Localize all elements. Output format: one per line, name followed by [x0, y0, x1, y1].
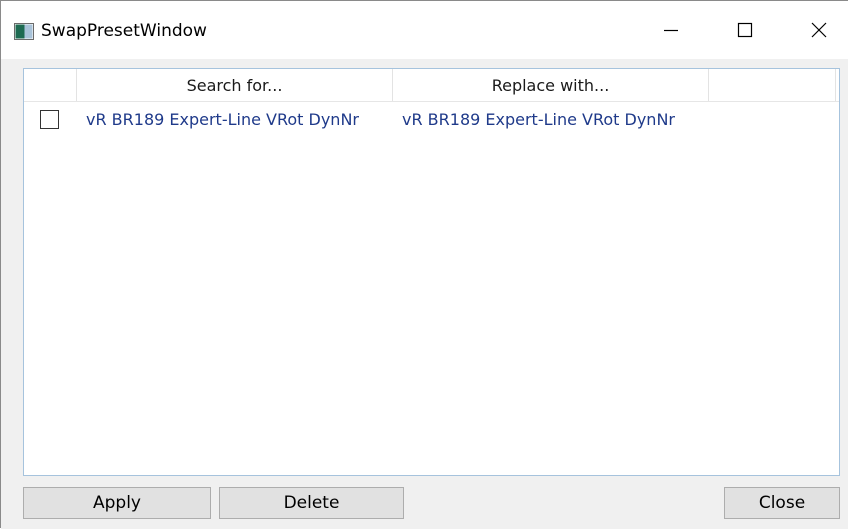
- window-title: SwapPresetWindow: [41, 21, 207, 41]
- close-window-button[interactable]: [790, 1, 848, 59]
- replace-with-cell[interactable]: vR BR189 Expert-Line VRot DynNr: [402, 109, 675, 131]
- apply-button[interactable]: Apply: [23, 487, 211, 519]
- title-bar[interactable]: SwapPresetWindow: [1, 1, 848, 59]
- app-icon: [14, 23, 34, 40]
- row-checkbox[interactable]: [40, 110, 59, 129]
- delete-button[interactable]: Delete: [219, 487, 404, 519]
- column-header-filler: [709, 69, 836, 101]
- minimize-icon: [664, 29, 678, 32]
- preset-grid[interactable]: Search for... Replace with... vR BR189 E…: [23, 68, 840, 476]
- column-header-search-for[interactable]: Search for...: [77, 69, 393, 101]
- close-button[interactable]: Close: [724, 487, 840, 519]
- grid-header: Search for... Replace with...: [24, 69, 839, 102]
- close-icon: [811, 22, 827, 38]
- column-header-check[interactable]: [24, 69, 77, 101]
- table-row[interactable]: vR BR189 Expert-Line VRot DynNr vR BR189…: [24, 105, 839, 135]
- search-for-cell[interactable]: vR BR189 Expert-Line VRot DynNr: [86, 109, 359, 131]
- column-header-replace-with[interactable]: Replace with...: [393, 69, 709, 101]
- maximize-button[interactable]: [716, 1, 774, 59]
- maximize-icon: [737, 22, 753, 38]
- swap-preset-window: SwapPresetWindow Search for... Replace w…: [0, 0, 848, 529]
- window-content: Search for... Replace with... vR BR189 E…: [1, 59, 848, 529]
- minimize-button[interactable]: [642, 1, 700, 59]
